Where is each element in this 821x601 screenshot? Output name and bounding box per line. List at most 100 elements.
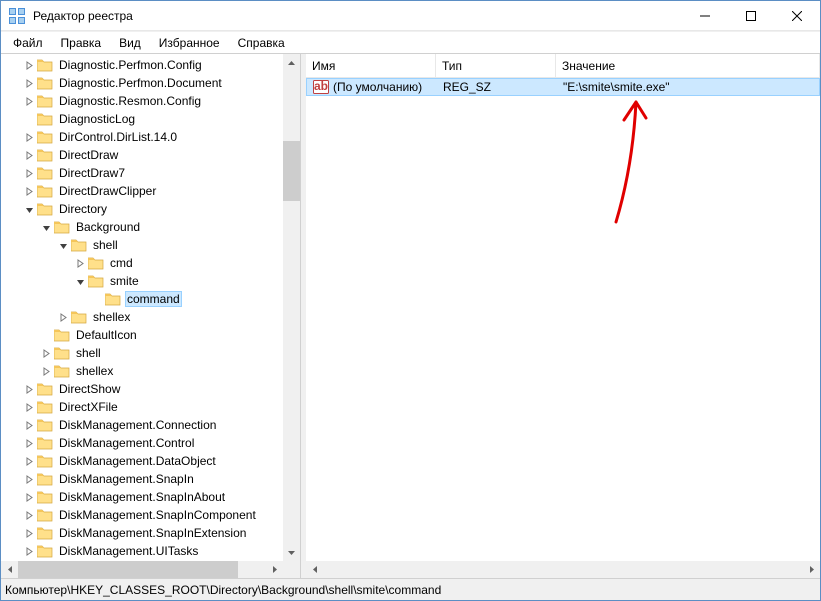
menu-view[interactable]: Вид (111, 33, 149, 53)
expand-icon[interactable] (23, 527, 35, 539)
tree-item[interactable]: DirectDraw7 (1, 164, 283, 182)
tree-horizontal-scrollbar[interactable] (1, 561, 300, 578)
tree-vertical-scrollbar[interactable] (283, 54, 300, 561)
tree-item[interactable]: DiskManagement.DataObject (1, 452, 283, 470)
tree-item[interactable]: DiskManagement.UITasks (1, 542, 283, 560)
scroll-thumb[interactable] (283, 141, 300, 201)
tree-item[interactable]: DiskManagement.SnapInComponent (1, 506, 283, 524)
expand-spacer (40, 329, 52, 341)
folder-icon (71, 238, 87, 252)
list-scroll-track[interactable] (323, 561, 803, 578)
tree-item[interactable]: DirectDrawClipper (1, 182, 283, 200)
tree-item-label: DirectDraw (57, 147, 120, 163)
tree-item[interactable]: command (1, 290, 283, 308)
tree-item[interactable]: smite (1, 272, 283, 290)
tree-item-label: DiskManagement.SnapInAbout (57, 489, 227, 505)
expand-icon[interactable] (57, 311, 69, 323)
tree-item[interactable]: DirectXFile (1, 398, 283, 416)
tree-item[interactable]: shellex (1, 362, 283, 380)
tree-item[interactable]: Background (1, 218, 283, 236)
tree-item[interactable]: DefaultIcon (1, 326, 283, 344)
list-horizontal-scrollbar[interactable] (306, 561, 820, 578)
folder-icon (37, 382, 53, 396)
window-title: Редактор реестра (33, 9, 682, 23)
folder-icon (37, 472, 53, 486)
column-name[interactable]: Имя (306, 54, 436, 77)
collapse-icon[interactable] (74, 275, 86, 287)
column-value[interactable]: Значение (556, 54, 820, 77)
close-button[interactable] (774, 1, 820, 31)
scroll-thumb-h[interactable] (18, 561, 238, 578)
tree-item[interactable]: shell (1, 236, 283, 254)
tree-item[interactable]: Diagnostic.Perfmon.Document (1, 74, 283, 92)
list-row[interactable]: ab (По умолчанию) REG_SZ "E:\smite\smite… (306, 78, 820, 96)
tree-item[interactable]: Directory (1, 200, 283, 218)
expand-icon[interactable] (74, 257, 86, 269)
tree-item[interactable]: DiagnosticLog (1, 110, 283, 128)
collapse-icon[interactable] (23, 203, 35, 215)
expand-icon[interactable] (23, 185, 35, 197)
expand-icon[interactable] (23, 419, 35, 431)
folder-icon (37, 130, 53, 144)
list-scroll-right-button[interactable] (803, 561, 820, 578)
expand-icon[interactable] (23, 437, 35, 449)
tree-item-label: command (125, 291, 182, 307)
expand-icon[interactable] (23, 95, 35, 107)
tree-item-label: DiskManagement.Control (57, 435, 196, 451)
tree-item-label: DirectDrawClipper (57, 183, 158, 199)
tree-item[interactable]: shellex (1, 308, 283, 326)
expand-icon[interactable] (40, 365, 52, 377)
tree-item[interactable]: DiskManagement.SnapIn (1, 470, 283, 488)
expand-icon[interactable] (23, 473, 35, 485)
svg-text:ab: ab (314, 80, 328, 93)
expand-icon[interactable] (23, 131, 35, 143)
list-scroll-left-button[interactable] (306, 561, 323, 578)
tree-item[interactable]: DirectShow (1, 380, 283, 398)
collapse-icon[interactable] (40, 221, 52, 233)
menu-favorites[interactable]: Избранное (151, 33, 228, 53)
annotation-arrow (606, 92, 666, 232)
tree-item[interactable]: DirectDraw (1, 146, 283, 164)
expand-icon[interactable] (23, 509, 35, 521)
tree-item[interactable]: shell (1, 344, 283, 362)
tree-item-label: DiskManagement.SnapInComponent (57, 507, 258, 523)
expand-icon[interactable] (23, 167, 35, 179)
maximize-button[interactable] (728, 1, 774, 31)
menu-file[interactable]: Файл (5, 33, 51, 53)
expand-icon[interactable] (23, 455, 35, 467)
expand-icon[interactable] (23, 59, 35, 71)
menu-edit[interactable]: Правка (53, 33, 110, 53)
collapse-icon[interactable] (57, 239, 69, 251)
column-type[interactable]: Тип (436, 54, 556, 77)
tree-item[interactable]: DiskManagement.SnapInAbout (1, 488, 283, 506)
scroll-right-button[interactable] (266, 561, 283, 578)
tree-item[interactable]: Diagnostic.Perfmon.Config (1, 56, 283, 74)
tree-item[interactable]: DiskManagement.SnapInExtension (1, 524, 283, 542)
menu-help[interactable]: Справка (230, 33, 293, 53)
tree-item-label: DefaultIcon (74, 327, 139, 343)
tree-item-label: DiskManagement.Connection (57, 417, 218, 433)
scroll-track[interactable] (283, 71, 300, 544)
minimize-button[interactable] (682, 1, 728, 31)
tree-item[interactable]: DirControl.DirList.14.0 (1, 128, 283, 146)
expand-icon[interactable] (23, 401, 35, 413)
tree-item[interactable]: Diagnostic.Resmon.Config (1, 92, 283, 110)
expand-icon[interactable] (23, 491, 35, 503)
expand-icon[interactable] (23, 77, 35, 89)
scroll-track-h[interactable] (18, 561, 266, 578)
expand-icon[interactable] (23, 383, 35, 395)
expand-icon[interactable] (23, 149, 35, 161)
registry-tree[interactable]: Diagnostic.Perfmon.ConfigDiagnostic.Perf… (1, 54, 283, 561)
list-body[interactable]: ab (По умолчанию) REG_SZ "E:\smite\smite… (306, 78, 820, 561)
folder-icon (54, 364, 70, 378)
expand-icon[interactable] (23, 545, 35, 557)
scroll-down-button[interactable] (283, 544, 300, 561)
tree-item[interactable]: cmd (1, 254, 283, 272)
folder-icon (37, 202, 53, 216)
tree-item[interactable]: DiskManagement.Control (1, 434, 283, 452)
expand-icon[interactable] (40, 347, 52, 359)
tree-item[interactable]: DiskManagement.Connection (1, 416, 283, 434)
scroll-left-button[interactable] (1, 561, 18, 578)
scroll-up-button[interactable] (283, 54, 300, 71)
tree-item-label: cmd (108, 255, 135, 271)
